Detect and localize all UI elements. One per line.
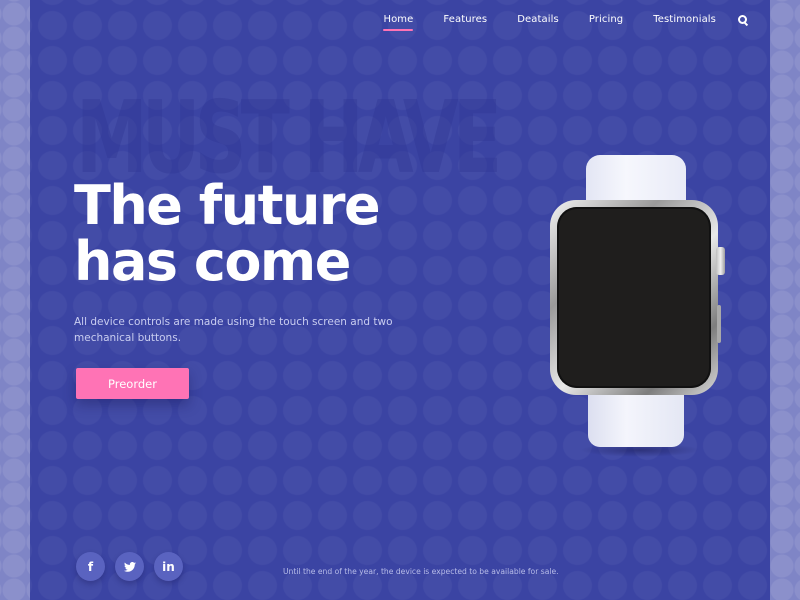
nav-home[interactable]: Home: [383, 14, 414, 31]
availability-note: Until the end of the year, the device is…: [283, 567, 559, 576]
linkedin-glyph: in: [162, 559, 175, 574]
headline-line-1: The future: [74, 174, 381, 237]
background-word: MUST HAVE: [76, 88, 502, 188]
hero-headline: The future has come: [74, 174, 381, 293]
hero-description: All device controls are made using the t…: [74, 316, 393, 344]
twitter-bird-icon: [123, 561, 136, 572]
watch-side-button: [717, 305, 721, 343]
landing-page: Home Features Deatails Pricing Testimoni…: [30, 0, 770, 600]
nav-details[interactable]: Deatails: [517, 14, 559, 31]
watch-screen: [557, 207, 711, 388]
facebook-glyph: f: [87, 559, 94, 574]
nav-testimonials[interactable]: Testimonials: [653, 14, 716, 31]
watch-crown: [716, 247, 725, 275]
social-links: f in: [76, 552, 193, 581]
nav-features[interactable]: Features: [443, 14, 487, 31]
watch-band-bottom: [588, 387, 684, 447]
product-watch-image: [550, 155, 730, 465]
linkedin-icon[interactable]: in: [154, 552, 183, 581]
facebook-icon[interactable]: f: [76, 552, 105, 581]
main-nav: Home Features Deatails Pricing Testimoni…: [353, 14, 748, 31]
headline-line-2: has come: [74, 230, 351, 293]
search-icon[interactable]: [738, 14, 748, 25]
preorder-button[interactable]: Preorder: [76, 368, 189, 399]
watch-case: [550, 200, 718, 395]
twitter-icon[interactable]: [115, 552, 144, 581]
nav-pricing[interactable]: Pricing: [589, 14, 623, 31]
